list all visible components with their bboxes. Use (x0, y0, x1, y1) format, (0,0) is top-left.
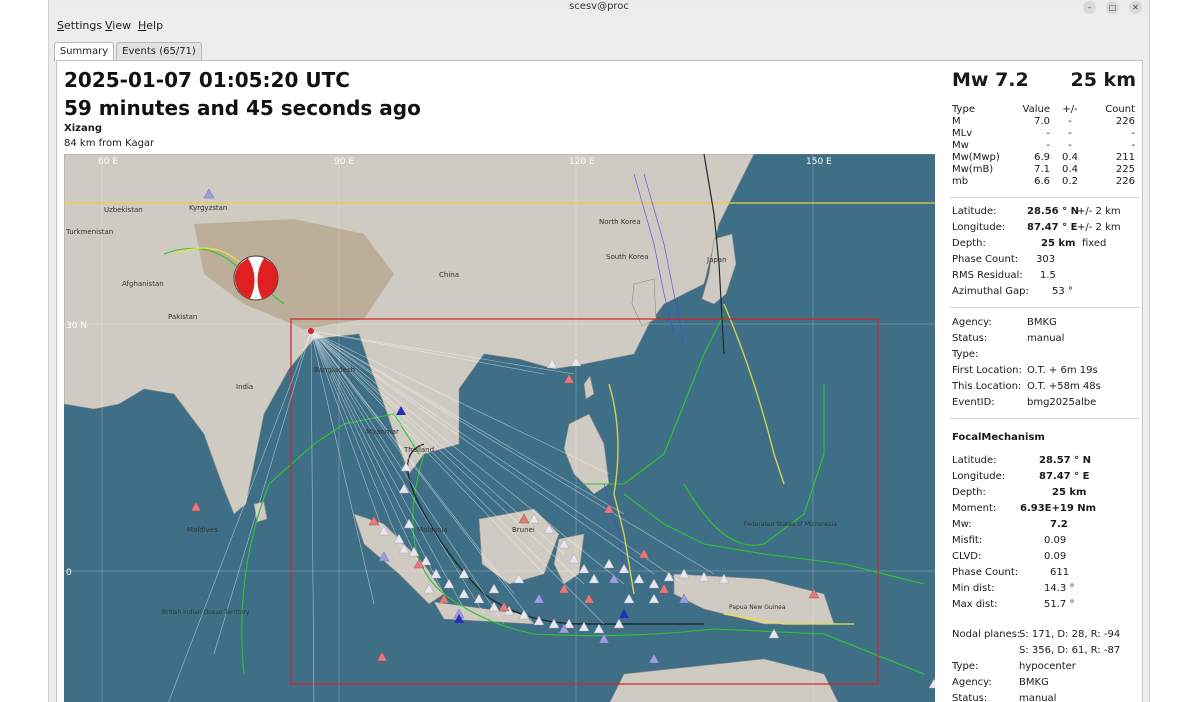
fm-nodal-plane-1: Nodal planes: S: 171, D: 28, R: -94 (952, 629, 1121, 640)
focal-mechanism-title: FocalMechanism (952, 432, 1045, 443)
title-bar: scesv@proc – □ ✕ (49, 0, 1149, 15)
elapsed-time: 59 minutes and 45 seconds ago (64, 96, 421, 120)
magnitude-row: Mw(Mwp) 6.9 0.4 211 (952, 152, 1135, 163)
fm-max-dist: Max dist: 51.7 ° (952, 599, 1075, 610)
origin-gap: Azimuthal Gap: 53 ° (952, 286, 1073, 297)
origin-depth: Depth: 25 km fixed (952, 238, 1107, 249)
place-uzbekistan: Uzbekistan (104, 206, 143, 214)
place-micronesia: Federated States of Micronesia (744, 521, 837, 528)
place-afghanistan: Afghanistan (122, 280, 164, 288)
tab-summary[interactable]: Summary (54, 42, 114, 62)
magnitude-row: mb 6.6 0.2 226 (952, 176, 1135, 187)
place-japan: Japan (706, 256, 727, 264)
map-canvas[interactable]: 60 E 90 E 120 E 150 E 30 N 0 Uzbekistan … (64, 154, 935, 702)
event-map[interactable]: 60 E 90 E 120 E 150 E 30 N 0 Uzbekistan … (64, 154, 935, 702)
lon-label-120: 120 E (569, 157, 595, 167)
fm-depth: Depth: 25 km (952, 487, 1087, 498)
fm-agency: Agency: BMKG (952, 677, 1049, 688)
fm-status: Status: manual (952, 693, 1057, 702)
magnitude-table: Type Value +/- Count M 7.0-226 MLv - - - Mw -… (952, 104, 1135, 188)
lon-label-90: 90 E (334, 157, 354, 167)
fm-longitude: Longitude: 87.47 ° E (952, 471, 1090, 482)
land-borneo (478, 508, 560, 585)
menu-view[interactable]: View (105, 19, 131, 32)
fm-type: Type: hypocenter (952, 661, 1076, 672)
window-title: scesv@proc (569, 1, 629, 12)
fm-phase-count: Phase Count: 611 (952, 567, 1070, 578)
place-kyrgyzstan: Kyrgyzstan (189, 204, 227, 212)
land-philippines (563, 413, 610, 495)
maximize-icon[interactable]: □ (1106, 1, 1119, 14)
menu-help[interactable]: Help (138, 19, 163, 32)
origin-longitude: Longitude: 87.47 ° E +/- 2 km (952, 222, 1121, 233)
place-thailand: Thailand (403, 446, 434, 454)
place-india: India (236, 383, 253, 391)
lon-label-60: 60 E (98, 157, 118, 167)
depth-headline: 25 km (1070, 69, 1137, 91)
tab-events[interactable]: Events (65/71) (116, 42, 202, 61)
close-icon[interactable]: ✕ (1129, 1, 1142, 14)
place-china: China (439, 271, 459, 279)
beachball-icon (233, 255, 279, 301)
divider (950, 418, 1140, 419)
land-taiwan (583, 375, 595, 400)
magnitude-table-header: Type Value +/- Count (952, 104, 1135, 115)
event-id-row: EventID: bmg2025albe (952, 397, 1097, 408)
this-location-row: This Location: O.T. +58m 48s (952, 381, 1101, 392)
divider (950, 197, 1140, 198)
status-row: Status: manual (952, 333, 1065, 344)
magnitude-headline: Mw 7.2 (952, 69, 1029, 91)
place-malaysia: Malaysia (417, 526, 448, 534)
place-biot: British Indian Ocean Territory (162, 609, 250, 616)
fm-misfit: Misfit: 0.09 (952, 535, 1067, 546)
divider (950, 307, 1140, 308)
summary-panel: 2025-01-07 01:05:20 UTC 59 minutes and 4… (56, 60, 1143, 702)
agency-row: Agency: BMKG (952, 317, 1057, 328)
place-brunei: Brunei (512, 526, 535, 534)
lat-label-0: 0 (66, 568, 72, 578)
place-papua: Papua New Guinea (729, 604, 786, 611)
place-bangladesh: Bangladesh (314, 366, 355, 374)
magnitude-row: Mw - - - (952, 140, 1135, 151)
origin-rms: RMS Residual: 1.5 (952, 270, 1056, 281)
origin-latitude: Latitude: 28.56 ° N +/- 2 km (952, 206, 1121, 217)
origin-phase-count: Phase Count: 303 (952, 254, 1056, 265)
region-name: Xizang (64, 123, 102, 134)
origin-time: 2025-01-07 01:05:20 UTC (64, 68, 350, 92)
place-south-korea: South Korea (606, 253, 648, 261)
first-location-row: First Location: O.T. + 6m 19s (952, 365, 1098, 376)
land-australia (609, 658, 839, 702)
menu-bar: Settings View Help (49, 17, 1149, 35)
fm-latitude: Latitude: 28.57 ° N (952, 455, 1091, 466)
place-turkmenistan: Turkmenistan (65, 228, 113, 236)
lon-label-150: 150 E (806, 157, 832, 167)
fm-nodal-plane-2: S: 356, D: 61, R: -87 (1019, 645, 1121, 656)
land-sulawesi (553, 533, 585, 585)
land-srilanka (253, 501, 268, 523)
place-myanmar: Myanmar (366, 428, 399, 436)
magnitude-row: MLv - - - (952, 128, 1135, 139)
fm-min-dist: Min dist: 14.3 ° (952, 583, 1075, 594)
fm-clvd: CLVD: 0.09 (952, 551, 1067, 562)
type-row: Type: (952, 349, 979, 360)
epicenter-marker (308, 328, 314, 334)
magnitude-row: M 7.0-226 (952, 116, 1135, 127)
place-north-korea: North Korea (599, 218, 641, 226)
event-info-panel: Mw 7.2 25 km Type Value +/- Count M 7.0-2… (950, 61, 1142, 702)
menu-settings[interactable]: Settings (57, 19, 102, 32)
fm-mw: Mw: 7.2 (952, 519, 1068, 530)
place-maldives: Maldives (187, 526, 218, 534)
minimize-icon[interactable]: – (1083, 1, 1096, 14)
nearest-city: 84 km from Kagar (64, 138, 155, 149)
land-new-guinea (673, 573, 835, 625)
place-pakistan: Pakistan (168, 313, 197, 321)
fm-moment: Moment: 6.93E+19 Nm (952, 503, 1097, 514)
lat-label-30n: 30 N (66, 321, 87, 331)
app-window: scesv@proc – □ ✕ Settings View Help Summ… (48, 0, 1150, 702)
magnitude-row: Mw(mB) 7.1 0.4 225 (952, 164, 1135, 175)
